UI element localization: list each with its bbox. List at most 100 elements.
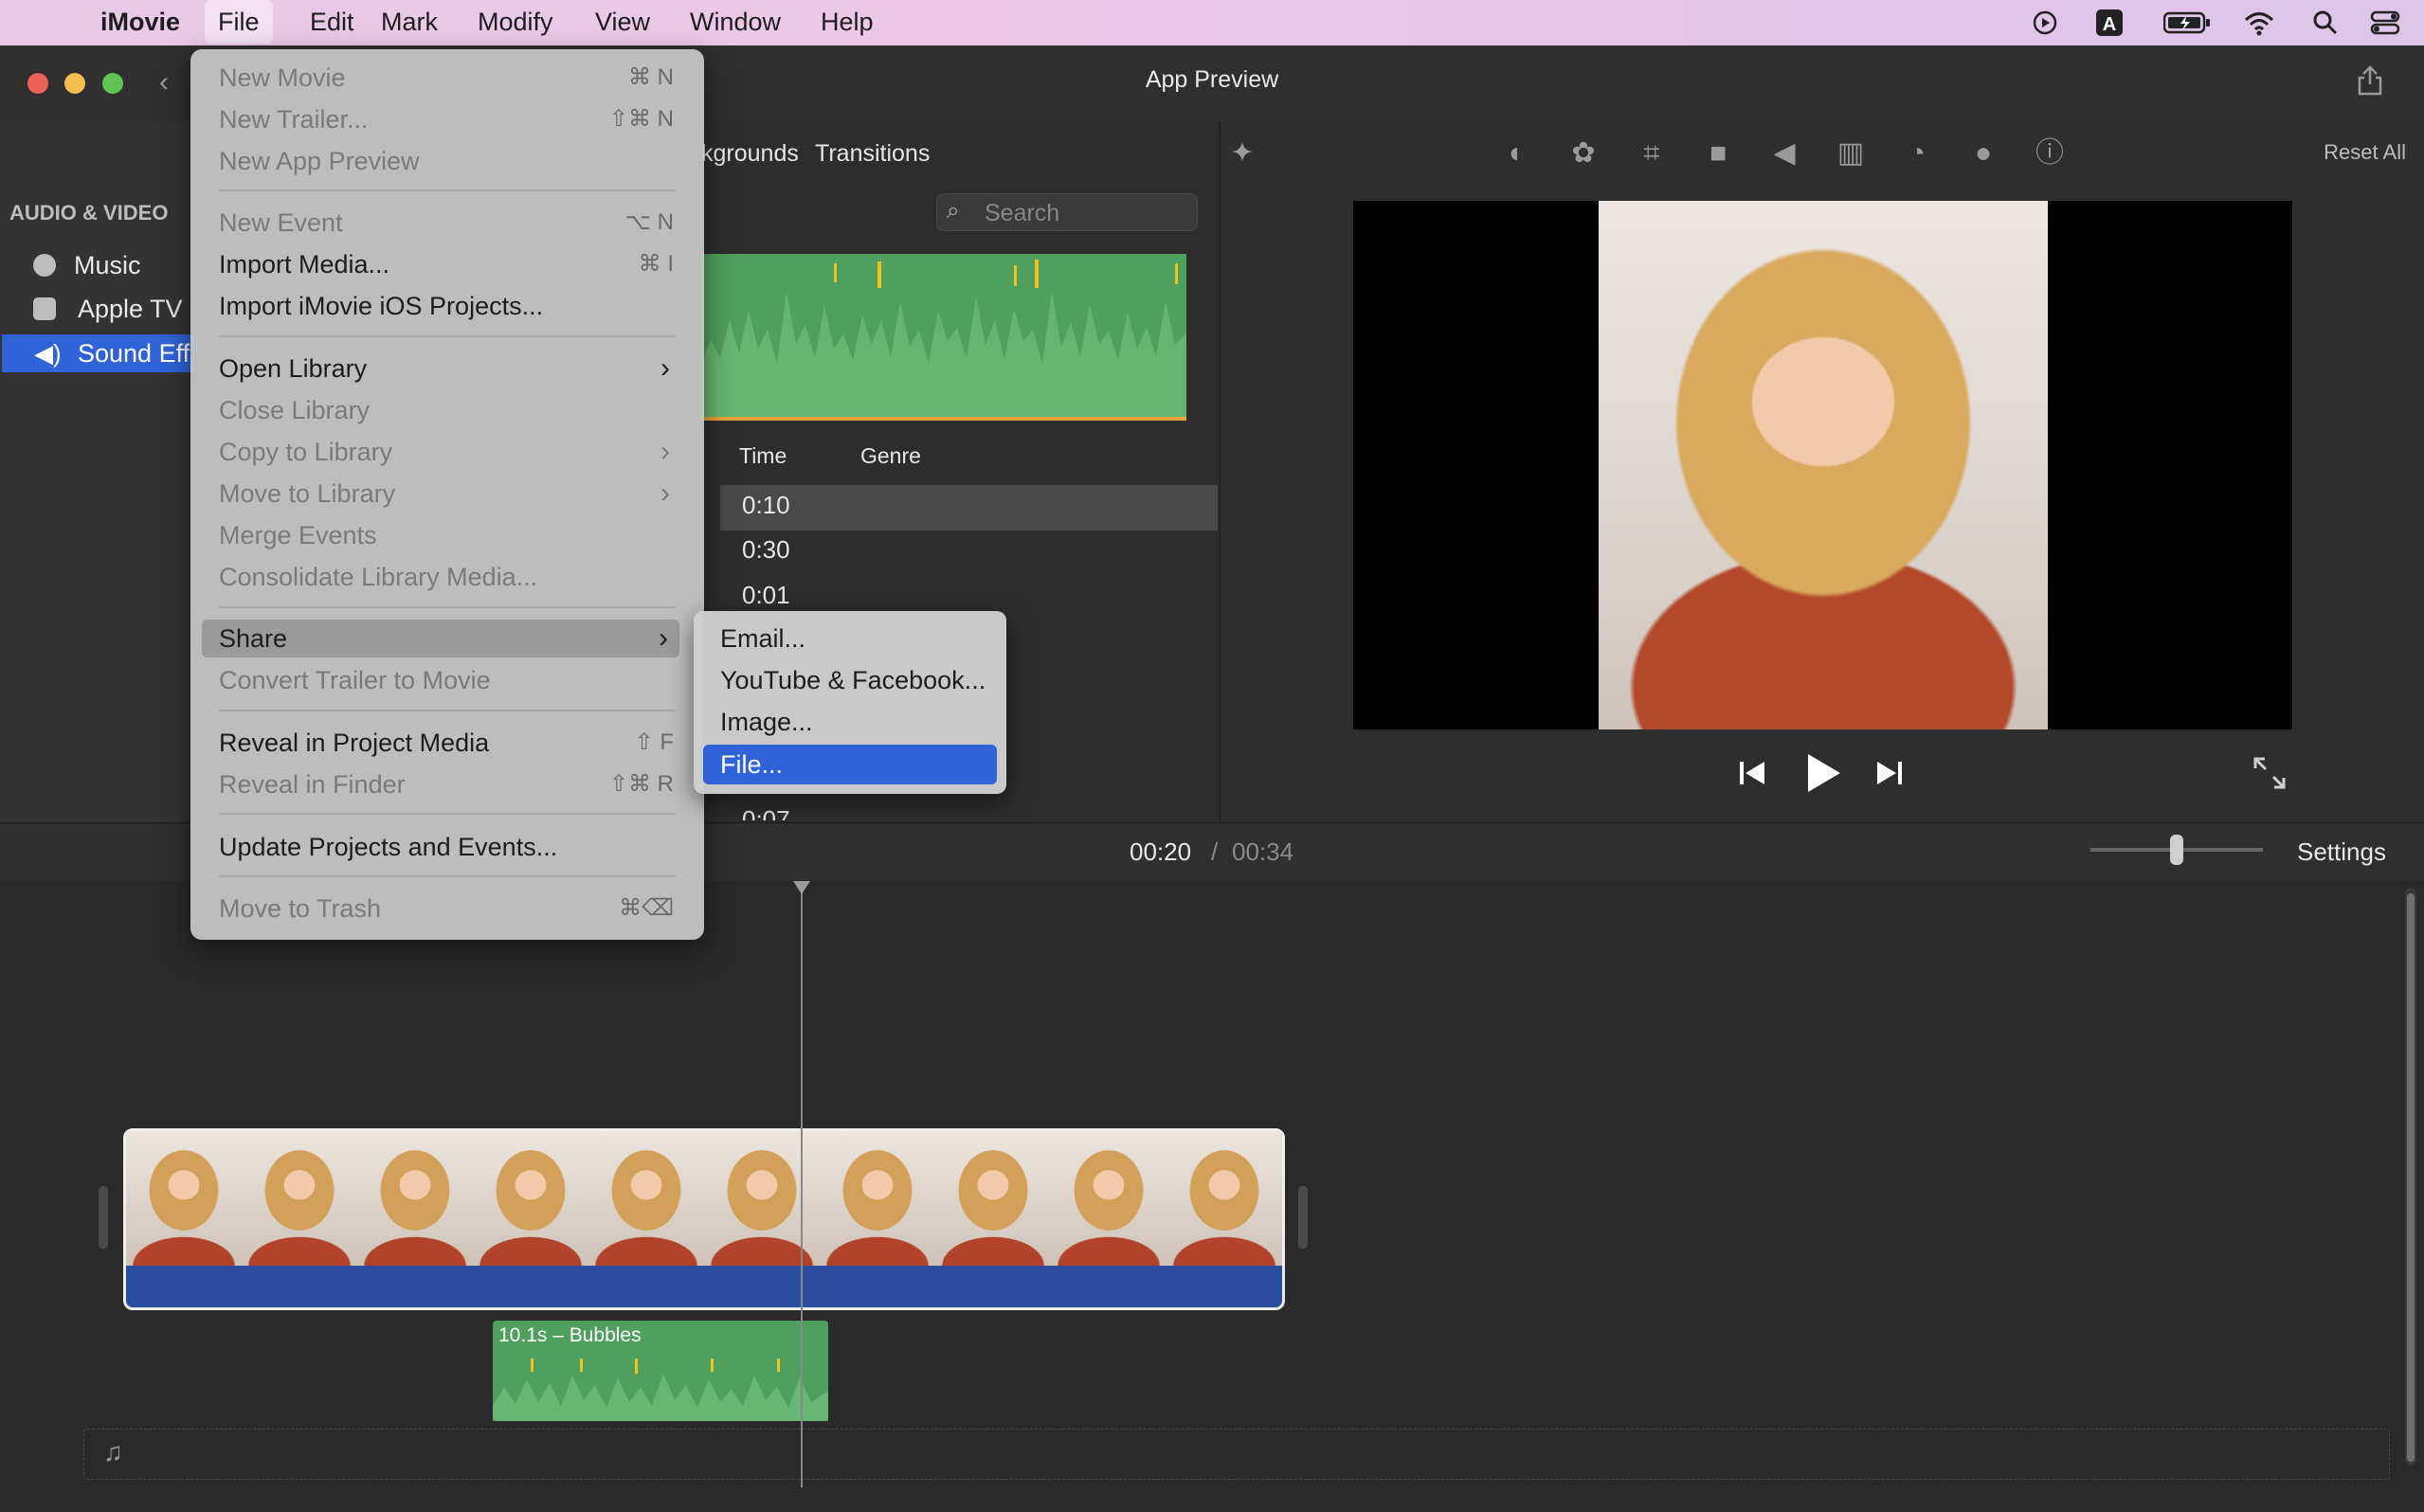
menu-shortcut: ⇧⌘ N (608, 106, 674, 132)
table-cell-time: 0:10 (742, 491, 790, 519)
equalizer-icon[interactable]: ▥ (1833, 135, 1869, 171)
zoom-window-button[interactable] (102, 73, 123, 94)
menu-item-convert-trailer[interactable]: Convert Trailer to Movie (219, 661, 674, 699)
sidebar-item-apple-tv[interactable]: Apple TV (2, 290, 194, 328)
menu-item-new-movie[interactable]: New Movie ⌘ N (219, 59, 674, 97)
menu-item-open-library[interactable]: Open Library › (219, 350, 674, 387)
menu-item-import-ios-projects[interactable]: Import iMovie iOS Projects... (219, 287, 674, 325)
color-palette-icon[interactable]: ✿ (1565, 135, 1601, 171)
audio-clip[interactable]: 10.1s – Bubbles (493, 1321, 828, 1421)
share-icon[interactable] (2356, 64, 2384, 97)
search-input[interactable]: ⌕ Search (936, 193, 1198, 231)
magic-wand-icon[interactable]: ✦ (1224, 135, 1260, 171)
timeline-scrollbar[interactable] (2405, 888, 2416, 1466)
column-header-time[interactable]: Time (739, 443, 787, 469)
zoom-slider-thumb[interactable] (2170, 835, 2183, 865)
menu-help[interactable]: Help (807, 0, 887, 44)
total-time: 00:34 (1232, 837, 1294, 866)
speed-icon[interactable]: ◔ (1899, 135, 1935, 171)
menu-edit[interactable]: Edit (297, 0, 368, 44)
menu-item-label: New App Preview (219, 147, 420, 175)
skip-back-icon[interactable] (1738, 758, 1766, 788)
menu-item-label: Import Media... (219, 250, 390, 279)
clip-thumbnail (820, 1131, 937, 1266)
tab-transitions[interactable]: Transitions (815, 140, 930, 168)
clip-thumbnail (704, 1131, 822, 1266)
back-chevron-icon[interactable]: ‹ (159, 66, 169, 99)
menu-modify[interactable]: Modify (464, 0, 567, 44)
menu-window[interactable]: Window (677, 0, 794, 44)
speaker-icon: ◀) (34, 339, 62, 368)
sidebar-item-label: Sound Eff (78, 339, 190, 368)
menu-app-name[interactable]: iMovie (87, 0, 193, 44)
minimize-window-button[interactable] (64, 73, 85, 94)
waveform-preview[interactable] (701, 254, 1186, 421)
menu-item-new-event[interactable]: New Event ⌥ N (219, 204, 674, 242)
menu-item-share[interactable]: Share › (202, 620, 679, 657)
menu-shortcut: ⌘ N (628, 64, 674, 90)
menu-item-merge-events[interactable]: Merge Events (219, 516, 674, 554)
playhead-marker[interactable] (793, 881, 810, 894)
control-center-icon[interactable] (2369, 8, 2401, 38)
crop-icon[interactable]: ⌗ (1634, 135, 1670, 171)
menu-item-import-media[interactable]: Import Media... ⌘ I (219, 245, 674, 283)
apple-icon[interactable] (27, 0, 53, 44)
menu-item-new-trailer[interactable]: New Trailer... ⇧⌘ N (219, 100, 674, 138)
volume-icon[interactable]: ◀ (1766, 135, 1802, 171)
zoom-slider[interactable] (2090, 835, 2263, 865)
fullscreen-icon[interactable] (2252, 755, 2288, 791)
menu-shortcut: ⌘ I (638, 251, 674, 277)
wifi-icon[interactable] (2242, 8, 2276, 38)
menu-item-close-library[interactable]: Close Library (219, 391, 674, 429)
skip-forward-icon[interactable] (1875, 758, 1904, 788)
video-clip[interactable] (123, 1128, 1285, 1310)
sidebar-item-sound-effects[interactable]: ◀) Sound Eff (2, 334, 194, 372)
sidebar-item-music[interactable]: Music (2, 246, 194, 284)
column-header-genre[interactable]: Genre (860, 443, 921, 469)
playhead[interactable] (801, 891, 803, 1487)
clip-right-handle[interactable] (1298, 1186, 1308, 1249)
menu-file[interactable]: File (205, 0, 273, 44)
timeline-scrollbar-thumb[interactable] (2407, 893, 2415, 1462)
battery-icon[interactable] (2162, 8, 2212, 38)
stabilization-icon[interactable]: ■ (1700, 135, 1736, 171)
play-icon[interactable] (1804, 752, 1842, 794)
background-music-track[interactable]: ♫ (83, 1429, 2390, 1480)
reset-all-button[interactable]: Reset All (2324, 140, 2406, 165)
search-icon[interactable] (2310, 8, 2341, 38)
table-row-selected[interactable] (720, 485, 1218, 531)
clip-thumbnail (126, 1131, 244, 1266)
clip-left-handle[interactable] (99, 1186, 108, 1249)
sidebar-heading: AUDIO & VIDEO (9, 201, 169, 225)
menu-item-move-to-library[interactable]: Move to Library › (219, 475, 674, 513)
menu-item-new-app-preview[interactable]: New App Preview (219, 142, 674, 180)
menu-view[interactable]: View (582, 0, 663, 44)
chevron-right-icon: › (659, 622, 668, 654)
menu-item-update-projects[interactable]: Update Projects and Events... (219, 828, 674, 866)
color-balance-icon[interactable]: ◐ (1499, 135, 1535, 171)
menu-separator (219, 875, 676, 877)
settings-button[interactable]: Settings (2297, 837, 2386, 867)
menu-item-label: Merge Events (219, 521, 377, 549)
play-circle-icon[interactable] (2030, 8, 2060, 38)
menu-item-consolidate-media[interactable]: Consolidate Library Media... (219, 558, 674, 596)
menu-item-move-to-trash[interactable]: Move to Trash ⌘⌫ (219, 890, 674, 927)
clip-filter-icon[interactable]: ● (1965, 135, 2001, 171)
clip-thumbnail (357, 1131, 475, 1266)
tab-backgrounds[interactable]: kgrounds (701, 140, 799, 168)
close-window-button[interactable] (27, 73, 48, 94)
share-item-youtube-facebook[interactable]: YouTube & Facebook... (703, 660, 997, 700)
menu-item-reveal-in-finder[interactable]: Reveal in Finder ⇧⌘ R (219, 765, 674, 803)
keyboard-a-icon[interactable]: A (2094, 8, 2125, 38)
share-item-email[interactable]: Email... (703, 619, 997, 658)
clip-thumbnail (588, 1131, 706, 1266)
music-note-icon: ♫ (103, 1437, 123, 1467)
menu-item-reveal-in-project-media[interactable]: Reveal in Project Media ⇧ F (219, 724, 674, 762)
info-icon[interactable]: ⓘ (2032, 135, 2068, 171)
menu-item-copy-to-library[interactable]: Copy to Library › (219, 433, 674, 471)
menu-mark[interactable]: Mark (368, 0, 451, 44)
search-placeholder: Search (985, 200, 1060, 226)
share-item-image[interactable]: Image... (703, 702, 997, 742)
share-item-file[interactable]: File... (703, 745, 997, 784)
sidebar: AUDIO & VIDEO Music Apple TV ◀) Sound Ef… (0, 121, 195, 822)
